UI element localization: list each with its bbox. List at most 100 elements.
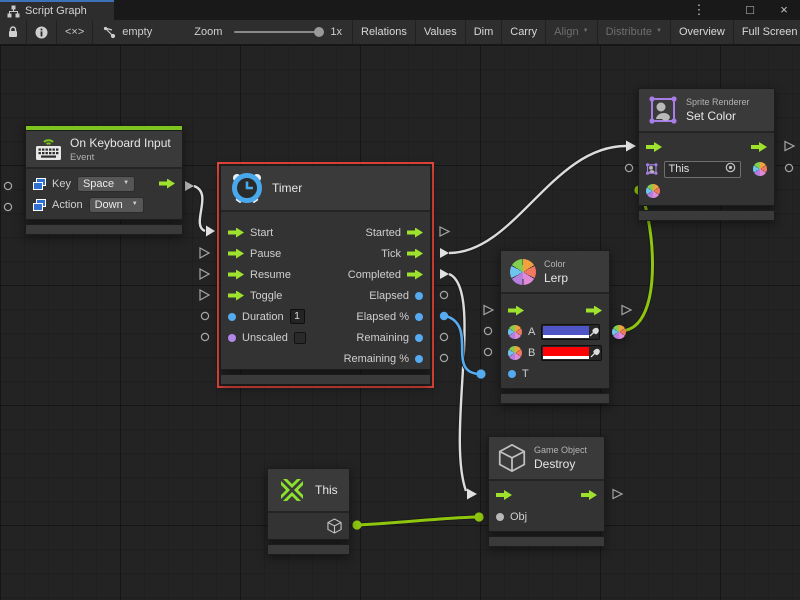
carry-button[interactable]: Carry	[502, 20, 546, 44]
values-button[interactable]: Values	[416, 20, 466, 44]
exec-in-arrow[interactable]	[228, 270, 244, 280]
wire-this-to-obj[interactable]	[352, 512, 483, 529]
color-type-icon	[508, 325, 522, 339]
port-timer-in-toggle[interactable]	[200, 290, 209, 300]
port-timer-in-unscaled[interactable]	[201, 333, 208, 340]
distribute-button[interactable]: Distribute▼	[598, 20, 671, 44]
align-button[interactable]: Align▼	[546, 20, 597, 44]
color-type-icon	[508, 346, 522, 360]
port-timer-in-pause[interactable]	[200, 248, 209, 258]
node-footer	[220, 374, 431, 385]
node-set-color[interactable]: Sprite Renderer Set Color	[638, 88, 775, 221]
info-button[interactable]	[27, 20, 57, 44]
unscaled-checkbox[interactable]	[294, 332, 306, 344]
overview-button[interactable]: Overview	[671, 20, 734, 44]
zoom-slider[interactable]	[234, 31, 322, 33]
exec-out-arrow[interactable]	[586, 306, 602, 316]
node-color-lerp[interactable]: Color Lerp A	[500, 250, 610, 404]
exec-out-arrow[interactable]	[751, 142, 767, 152]
port-keyboard-out-exec[interactable]	[185, 181, 194, 191]
exec-in-arrow[interactable]	[228, 291, 244, 301]
port-destroy-out-exec[interactable]	[613, 490, 622, 499]
node-destroy[interactable]: Game Object Destroy Obj	[488, 436, 605, 547]
obj-in-dot[interactable]	[496, 513, 504, 521]
object-picker-icon[interactable]	[725, 162, 736, 176]
exec-in-arrow[interactable]	[646, 142, 662, 152]
wire-tick-to-setcolor[interactable]	[449, 141, 636, 254]
chevron-down-icon: ▼	[132, 201, 138, 207]
value-out-dot[interactable]	[415, 334, 423, 342]
action-dropdown[interactable]: Down▼	[89, 197, 144, 213]
lock-button[interactable]	[0, 20, 27, 44]
game-object-icon[interactable]	[327, 518, 342, 534]
chevron-down-icon: ▼	[656, 28, 662, 34]
code-preview-button[interactable]: <×>	[57, 20, 93, 44]
value-in-dot[interactable]	[508, 370, 516, 378]
color-out-port[interactable]	[612, 325, 626, 339]
port-timer-out-remaining[interactable]	[440, 333, 447, 340]
port-timer-out-elapsed[interactable]	[440, 291, 447, 298]
value-in-dot[interactable]	[228, 334, 236, 342]
zoom-value: 1x	[330, 26, 342, 38]
port-lerp-in-a[interactable]	[484, 327, 491, 334]
duration-input[interactable]: 1	[290, 309, 305, 324]
port-keyboard-in-action[interactable]	[4, 203, 11, 210]
color-b-swatch[interactable]	[541, 345, 602, 361]
port-timer-in-duration[interactable]	[201, 312, 208, 319]
port-timer-out-remainingpct[interactable]	[440, 354, 447, 361]
dim-button[interactable]: Dim	[466, 20, 503, 44]
value-out-dot[interactable]	[415, 313, 423, 321]
exec-out-arrow[interactable]	[407, 249, 423, 259]
wire-completed-to-destroy[interactable]	[449, 274, 477, 500]
fullscreen-button[interactable]: Full Screen	[734, 20, 800, 44]
node-supertitle: Game Object	[534, 445, 587, 455]
value-in-dot[interactable]	[228, 313, 236, 321]
node-supertitle: Color	[544, 259, 568, 269]
wire-keyboard-to-timer-start[interactable]	[194, 186, 215, 237]
exec-out-arrow[interactable]	[407, 228, 423, 238]
port-lerp-in-b[interactable]	[484, 348, 491, 355]
color-out-port[interactable]	[753, 162, 767, 176]
tab-script-graph[interactable]: Script Graph	[0, 0, 114, 20]
node-title: On Keyboard Input	[70, 136, 171, 150]
exec-in-arrow[interactable]	[508, 306, 524, 316]
color-in-port[interactable]	[646, 184, 660, 198]
relations-button[interactable]: Relations	[353, 20, 416, 44]
port-timer-out-tick[interactable]	[440, 248, 449, 258]
node-title: This	[315, 483, 338, 497]
exec-in-arrow[interactable]	[228, 249, 244, 259]
port-timer-in-resume[interactable]	[200, 269, 209, 279]
port-timer-out-completed[interactable]	[440, 269, 449, 279]
exec-in-arrow[interactable]	[228, 228, 244, 238]
zoom-slider-handle[interactable]	[314, 27, 324, 37]
close-icon[interactable]: ×	[776, 0, 792, 20]
port-timer-out-elapsedpct[interactable]	[440, 312, 448, 320]
exec-out-arrow[interactable]	[159, 179, 175, 189]
graph-canvas[interactable]: On Keyboard Input Event Key Space▼	[0, 45, 800, 600]
port-setcolor-in-target[interactable]	[625, 164, 632, 171]
color-a-swatch[interactable]	[541, 324, 600, 340]
target-object-field[interactable]: This	[664, 161, 741, 178]
key-dropdown[interactable]: Space▼	[77, 176, 135, 192]
port-lerp-in-exec[interactable]	[484, 306, 493, 315]
node-on-keyboard-input[interactable]: On Keyboard Input Event Key Space▼	[25, 125, 183, 235]
sprite-renderer-icon	[648, 95, 678, 125]
exec-in-arrow[interactable]	[496, 490, 512, 500]
port-setcolor-out-color[interactable]	[785, 164, 792, 171]
info-icon	[35, 26, 48, 39]
node-this[interactable]: This	[267, 468, 350, 555]
window-menu-icon[interactable]: ⋮	[692, 0, 706, 20]
exec-out-arrow[interactable]	[581, 490, 597, 500]
port-timer-out-started[interactable]	[440, 227, 449, 236]
exec-out-arrow[interactable]	[407, 270, 423, 280]
node-subtitle: Event	[70, 152, 171, 163]
port-setcolor-out-exec[interactable]	[785, 142, 794, 151]
port-keyboard-in-key[interactable]	[4, 182, 11, 189]
port-lerp-out-exec[interactable]	[622, 306, 631, 315]
value-out-dot[interactable]	[415, 355, 423, 363]
maximize-icon[interactable]: □	[742, 0, 758, 20]
eyedropper-icon[interactable]	[589, 346, 601, 360]
node-timer[interactable]: Timer StartStarted PauseTick ResumeCompl…	[220, 165, 431, 385]
value-out-dot[interactable]	[415, 292, 423, 300]
eyedropper-icon[interactable]	[589, 325, 599, 339]
